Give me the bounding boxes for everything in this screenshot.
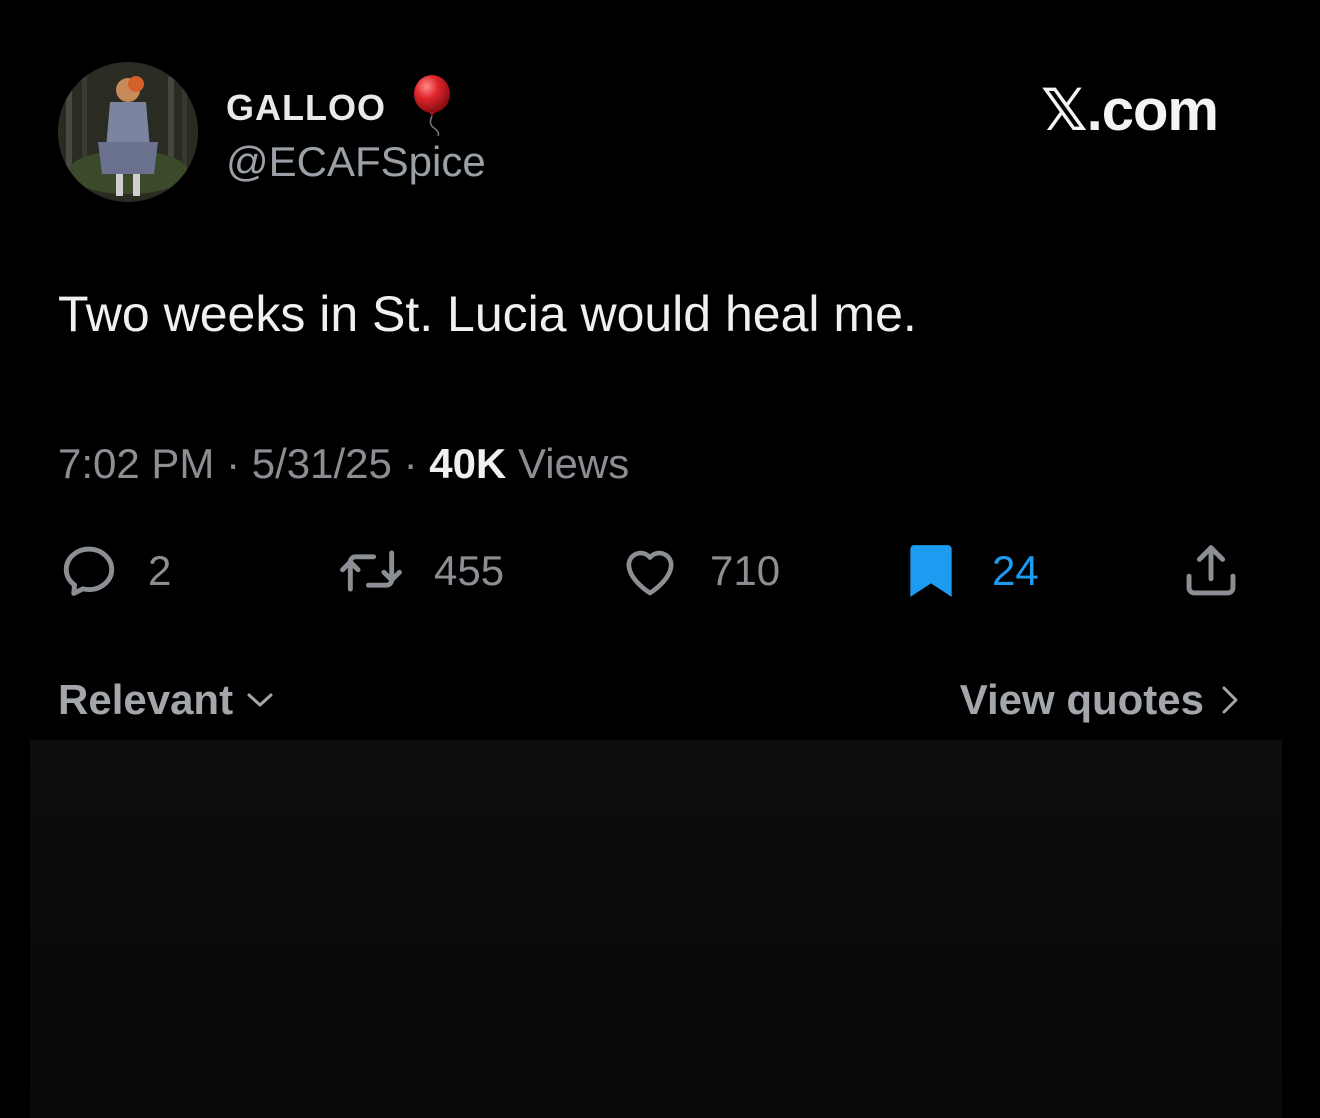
views-label: Views — [517, 440, 630, 487]
display-name[interactable]: GALLOO — [226, 87, 386, 129]
repost-count: 455 — [434, 547, 505, 594]
bookmark-icon — [910, 545, 952, 597]
tweet-text: Two weeks in St. Lucia would heal me. — [58, 286, 917, 342]
bookmark-count: 24 — [992, 547, 1039, 594]
reply-button[interactable]: 2 — [58, 535, 171, 607]
repost-icon — [340, 550, 402, 592]
views-count: 40K — [429, 440, 507, 487]
tweet-meta: 7:02 PM · 5/31/25 · 40K Views — [58, 440, 629, 488]
sort-dropdown[interactable]: Relevant — [58, 676, 275, 724]
balloon-icon — [408, 74, 458, 137]
chevron-down-icon — [247, 693, 273, 707]
repost-button[interactable]: 455 — [336, 535, 504, 607]
tweet-header: GALLOO @ECAFSpice 𝕏.com — [58, 62, 1258, 212]
heart-icon — [626, 550, 674, 596]
meta-separator: · — [226, 440, 252, 487]
share-icon — [1186, 545, 1236, 596]
avatar[interactable] — [58, 62, 198, 202]
reply-count: 2 — [148, 547, 172, 594]
like-count: 710 — [710, 547, 781, 594]
chevron-right-icon — [1222, 686, 1238, 714]
sort-label: Relevant — [58, 676, 234, 723]
like-button[interactable]: 710 — [618, 535, 780, 607]
tweet-time[interactable]: 7:02 PM — [58, 440, 214, 487]
reply-icon — [63, 546, 115, 596]
view-quotes-label: View quotes — [959, 676, 1204, 723]
brand-watermark: 𝕏.com — [1040, 78, 1219, 143]
user-handle[interactable]: @ECAFSpice — [226, 138, 486, 186]
meta-separator: · — [403, 440, 430, 487]
bookmark-button[interactable]: 24 — [904, 535, 1039, 607]
avatar-image — [58, 62, 198, 202]
reply-preview-area — [30, 740, 1282, 1118]
action-bar: 2 455 710 24 — [58, 535, 1248, 615]
tweet-date[interactable]: 5/31/25 — [252, 440, 392, 487]
share-button[interactable] — [1180, 535, 1242, 607]
view-quotes-link[interactable]: View quotes — [960, 676, 1240, 724]
